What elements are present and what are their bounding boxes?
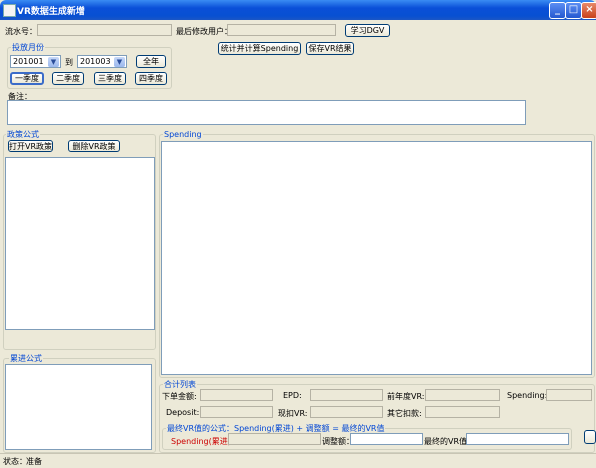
policy-group-title: 政策公式: [6, 129, 40, 140]
prior-year-vr-label: 前年度VR:: [387, 392, 425, 401]
delete-policy-button[interactable]: 删除VR政策: [68, 140, 120, 152]
progressive-list[interactable]: [5, 364, 152, 450]
month-to-value: 201003: [80, 57, 111, 66]
current-vr-field[interactable]: [310, 406, 383, 418]
status-label: 状态：: [3, 457, 27, 466]
last-user-field[interactable]: [227, 24, 336, 36]
chevron-down-icon: ▼: [48, 57, 59, 67]
month-from-select[interactable]: 201001 ▼: [10, 55, 61, 68]
status-value: 准备: [26, 457, 42, 466]
remarks-textarea[interactable]: [7, 100, 526, 125]
spending-group-title: Spending: [163, 130, 203, 139]
progressive-group-title: 累进公式: [9, 353, 43, 364]
title-bar[interactable]: VR数据生成新增 _ □ ×: [0, 0, 596, 20]
quarter-2-button[interactable]: 二季度: [52, 72, 84, 85]
quarter-3-button[interactable]: 三季度: [94, 72, 126, 85]
prior-year-vr-field[interactable]: [425, 389, 500, 401]
quarter-4-button[interactable]: 四季度: [135, 72, 167, 85]
app-icon: [3, 4, 16, 17]
quarter-1-button[interactable]: 一季度: [10, 72, 44, 85]
current-vr-label: 现扣VR:: [278, 409, 308, 418]
totals-group-title: 合计列表: [163, 379, 197, 390]
learn-dgv-button[interactable]: 学习DGV: [345, 24, 390, 37]
status-bar: 状态： 准备: [0, 453, 596, 468]
epd-field[interactable]: [310, 389, 383, 401]
final-vr-label: 最终的VR值:: [424, 437, 470, 446]
spending-total-field[interactable]: [546, 389, 592, 401]
calc-spending-button[interactable]: 统计并计算Spending: [218, 42, 301, 55]
minimize-button[interactable]: _: [549, 2, 566, 19]
to-label: 到: [65, 58, 73, 67]
partial-button[interactable]: [584, 430, 596, 444]
window-title: VR数据生成新增: [17, 7, 85, 17]
chevron-down-icon: ▼: [114, 57, 125, 67]
adjust-input[interactable]: [350, 433, 423, 445]
last-user-label: 最后修改用户：: [176, 27, 232, 36]
spending-grid[interactable]: [161, 141, 592, 375]
deposit-label: Deposit:: [166, 408, 200, 417]
other-deduction-label: 其它扣款:: [387, 409, 422, 418]
order-amount-label: 下单金额:: [162, 392, 197, 401]
full-year-button[interactable]: 全年: [136, 55, 166, 68]
spending-total-label: Spending:: [507, 391, 548, 400]
spending-progressive-field[interactable]: [228, 433, 321, 445]
month-to-select[interactable]: 201003 ▼: [77, 55, 127, 68]
final-vr-input[interactable]: [466, 433, 569, 445]
serial-field[interactable]: [37, 24, 172, 36]
save-vr-button[interactable]: 保存VR结果: [306, 42, 354, 55]
deposit-field[interactable]: [200, 406, 273, 418]
order-amount-field[interactable]: [200, 389, 273, 401]
epd-label: EPD:: [283, 391, 302, 400]
close-button[interactable]: ×: [581, 2, 596, 19]
open-policy-button[interactable]: 打开VR政策: [8, 140, 53, 152]
policy-list[interactable]: [5, 157, 155, 330]
maximize-button[interactable]: □: [565, 2, 582, 19]
serial-label: 流水号：: [5, 27, 37, 36]
spending-progressive-label: Spending(累进): [171, 437, 231, 446]
period-group-title: 投放月份: [11, 42, 45, 53]
other-deduction-field[interactable]: [425, 406, 500, 418]
month-from-value: 201001: [13, 57, 44, 66]
